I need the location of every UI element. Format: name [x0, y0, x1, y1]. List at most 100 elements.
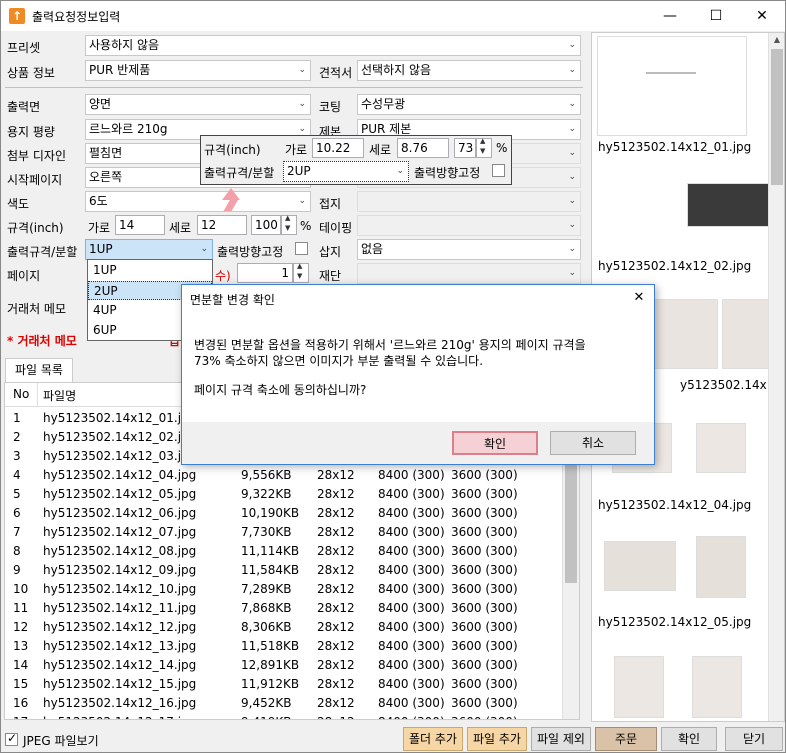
cell-dimension: 28x12: [317, 582, 355, 596]
table-row[interactable]: 5 hy5123502.14x12_05.jpg 9,322KB 28x12 8400 …: [5, 485, 579, 504]
height-input[interactable]: 12: [197, 215, 247, 235]
cell-width-px: 8400 (300): [378, 487, 445, 501]
cell-size: 7,730KB: [241, 525, 292, 539]
attach-label: 첨부 디자인: [7, 149, 67, 163]
thumbnail-image[interactable]: [597, 36, 747, 136]
thumbnail-image[interactable]: [654, 299, 718, 369]
table-row[interactable]: 4 hy5123502.14x12_04.jpg 9,556KB 28x12 8400 …: [5, 466, 579, 485]
fold-select: ⌄: [357, 191, 581, 212]
quote-select[interactable]: 선택하지 않음 ⌄: [357, 60, 581, 81]
thumbnail-image[interactable]: [696, 536, 746, 598]
width-input[interactable]: 14: [115, 215, 165, 235]
start-page-label: 시작페이지: [7, 173, 63, 187]
thumbnail-scrollbar[interactable]: ▲: [768, 33, 784, 721]
table-row[interactable]: 12 hy5123502.14x12_12.jpg 8,306KB 28x12 8400…: [5, 618, 579, 637]
add-file-button[interactable]: 파일 추가: [467, 727, 527, 751]
product-select[interactable]: PUR 반제품 ⌄: [85, 60, 311, 81]
coating-value: 수성무광: [361, 97, 406, 111]
table-row[interactable]: 16 hy5123502.14x12_16.jpg 9,452KB 28x12 8400…: [5, 694, 579, 713]
popup-height-input[interactable]: 8.76: [397, 138, 449, 158]
table-row[interactable]: 6 hy5123502.14x12_06.jpg 10,190KB 28x12 8400…: [5, 504, 579, 523]
cut-label: 재단: [319, 269, 342, 283]
col-filename[interactable]: 파일명: [43, 387, 76, 404]
split-label: 출력규격/분할: [7, 245, 78, 259]
cell-filename: hy5123502.14x12_07.jpg: [43, 525, 197, 539]
height-label: 세로: [169, 221, 192, 235]
cell-size: 9,419KB: [241, 715, 291, 719]
thumbnail-image[interactable]: [604, 541, 676, 591]
scale-input[interactable]: 100: [251, 215, 281, 235]
color-label: 색도: [7, 197, 30, 211]
jpeg-view-checkbox[interactable]: [5, 731, 18, 746]
cell-dimension: 28x12: [317, 639, 355, 653]
print-side-select[interactable]: 양면 ⌄: [85, 94, 311, 115]
cell-filename: hy5123502.14x12_04.jpg: [43, 468, 197, 482]
col-no[interactable]: No: [13, 387, 29, 401]
cell-no: 5: [13, 487, 21, 501]
cell-no: 4: [13, 468, 21, 482]
popup-width-input[interactable]: 10.22: [312, 138, 364, 158]
close-window-button[interactable]: 닫기: [725, 727, 783, 751]
split-preview-popup: 규격(inch) 가로 10.22 세로 8.76 73 % 출력규격/분할 2…: [200, 135, 512, 185]
table-row[interactable]: 8 hy5123502.14x12_08.jpg 11,114KB 28x12 8400…: [5, 542, 579, 561]
popup-split-select[interactable]: 2UP ⌄: [283, 161, 409, 182]
preset-select[interactable]: 사용하지 않음 ⌄: [85, 35, 581, 56]
confirm-button[interactable]: 확인: [661, 727, 717, 751]
coating-select[interactable]: 수성무광 ⌄: [357, 94, 581, 115]
thumbnail-image[interactable]: [614, 656, 664, 718]
add-folder-button[interactable]: 폴더 추가: [403, 727, 463, 751]
fold-label: 접지: [319, 197, 342, 211]
scale-spinner[interactable]: [281, 214, 297, 235]
insert-select[interactable]: 없음 ⌄: [357, 239, 581, 260]
fix-dir-checkbox[interactable]: [295, 242, 308, 255]
order-button[interactable]: 주문: [595, 727, 657, 751]
scroll-thumb[interactable]: [771, 49, 783, 185]
cell-height-px: 3600 (300): [451, 563, 518, 577]
cell-width-px: 8400 (300): [378, 601, 445, 615]
table-row[interactable]: 10 hy5123502.14x12_10.jpg 7,289KB 28x12 8400…: [5, 580, 579, 599]
dialog-close-button[interactable]: ✕: [626, 287, 652, 309]
chevron-down-icon: ⌄: [298, 65, 306, 75]
remove-file-button[interactable]: 파일 제외: [531, 727, 591, 751]
split-select[interactable]: 1UP ⌄: [85, 239, 213, 260]
cell-filename: hy5123502.14x12_10.jpg: [43, 582, 197, 596]
table-row[interactable]: 15 hy5123502.14x12_15.jpg 11,912KB 28x12 840…: [5, 675, 579, 694]
cell-height-px: 3600 (300): [451, 677, 518, 691]
page-spinner[interactable]: [293, 262, 309, 283]
cell-no: 10: [13, 582, 29, 596]
table-row[interactable]: 9 hy5123502.14x12_09.jpg 11,584KB 28x12 8400…: [5, 561, 579, 580]
thumbnail-image[interactable]: [696, 423, 746, 473]
cell-height-px: 3600 (300): [451, 468, 518, 482]
dropdown-option-1up[interactable]: 1UP: [88, 261, 212, 280]
dialog-cancel-button[interactable]: 취소: [550, 431, 636, 455]
page-input[interactable]: 1: [237, 263, 293, 283]
fix-dir-label: 출력방향고정: [217, 245, 284, 259]
cell-size: 9,452KB: [241, 696, 292, 710]
popup-fix-dir-checkbox[interactable]: [492, 164, 505, 177]
table-row[interactable]: 7 hy5123502.14x12_07.jpg 7,730KB 28x12 8400 …: [5, 523, 579, 542]
tab-file-list[interactable]: 파일 목록: [5, 358, 73, 382]
cell-filename: hy5123502.14x12_02.jpg: [43, 430, 197, 444]
popup-scale-input[interactable]: 73: [454, 138, 476, 158]
cell-filename: hy5123502.14x12_14.jpg: [43, 658, 197, 672]
table-row[interactable]: 11 hy5123502.14x12_11.jpg 7,868KB 28x12 8400…: [5, 599, 579, 618]
maximize-button[interactable]: ☐: [693, 1, 739, 31]
popup-scale-spinner[interactable]: [476, 137, 492, 158]
close-button[interactable]: ✕: [739, 1, 785, 31]
table-row[interactable]: 13 hy5123502.14x12_13.jpg 11,518KB 28x12 840…: [5, 637, 579, 656]
scroll-up-icon[interactable]: ▲: [771, 35, 783, 47]
logo-image: [646, 72, 696, 92]
table-row[interactable]: 17 hy5123502.14x12_17.jpg 9,419KB 28x12 8400…: [5, 713, 579, 719]
cell-size: 10,190KB: [241, 506, 300, 520]
color-select[interactable]: 6도 ⌄: [85, 191, 311, 212]
coating-label: 코팅: [319, 100, 342, 114]
chevron-down-icon: ⌄: [568, 244, 576, 254]
thumbnail-image[interactable]: [687, 183, 779, 227]
table-row[interactable]: 14 hy5123502.14x12_14.jpg 12,891KB 28x12 840…: [5, 656, 579, 675]
popup-height-label: 세로: [369, 143, 392, 157]
cell-filename: hy5123502.14x12_17.jpg: [43, 715, 196, 719]
dialog-ok-button[interactable]: 확인: [452, 431, 538, 455]
minimize-button[interactable]: —: [647, 1, 693, 31]
thumbnail-image[interactable]: [692, 656, 742, 718]
thumbnail-caption: hy5123502.14x12_01.jpg: [598, 140, 752, 154]
